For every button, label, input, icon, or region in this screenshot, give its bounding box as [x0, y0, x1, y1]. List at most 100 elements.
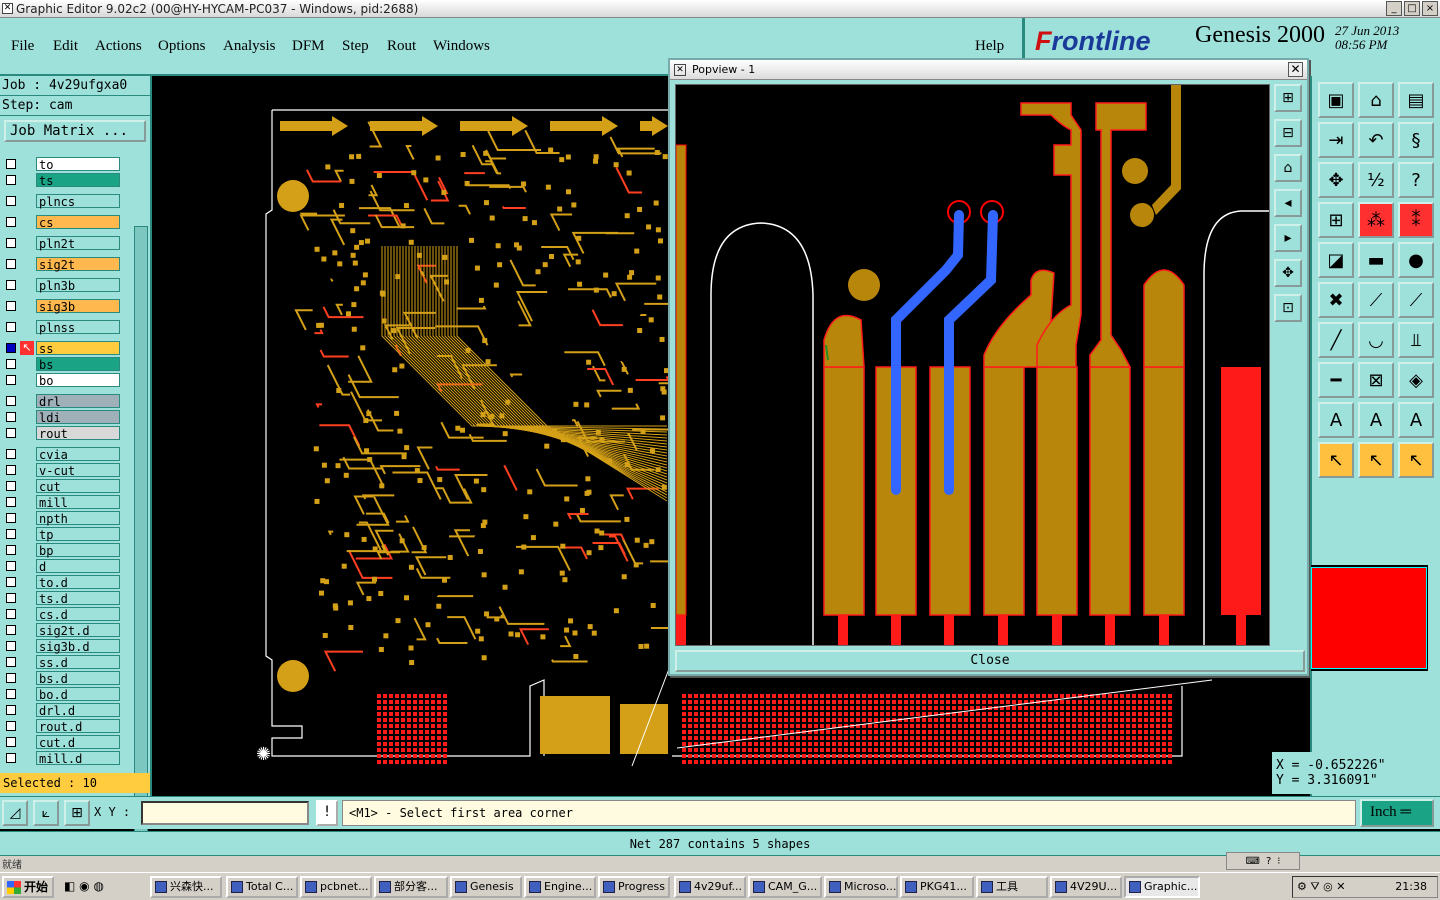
layer-name[interactable]: ts.d — [36, 591, 120, 606]
h-line-icon[interactable]: ━ — [1318, 362, 1354, 398]
pv-pan-icon[interactable]: ✥ — [1274, 259, 1302, 287]
layer-checkbox[interactable] — [6, 545, 16, 555]
menu-edit[interactable]: Edit — [53, 38, 78, 55]
tray-icons[interactable]: ⚙ ⛛ ◎ ✕ — [1297, 877, 1345, 897]
ime-more-icon[interactable]: ⁝ — [1277, 856, 1280, 867]
home-icon[interactable]: ⌂ — [1358, 82, 1394, 118]
layer-checkbox[interactable] — [6, 359, 16, 369]
layer-name[interactable]: plncs — [36, 194, 120, 209]
layer-checkbox[interactable] — [6, 322, 16, 332]
layer-checkbox[interactable] — [6, 465, 16, 475]
save-icon[interactable]: ▣ — [1318, 82, 1354, 118]
layer-name[interactable]: bs — [36, 357, 120, 372]
layer-checkbox[interactable] — [6, 301, 16, 311]
minimap[interactable] — [1311, 565, 1428, 671]
menu-actions[interactable]: Actions — [95, 38, 142, 55]
layer-name[interactable]: ts — [36, 173, 120, 188]
quicklaunch-icons[interactable]: ◧ ◉ ◍ — [64, 879, 104, 893]
layer-row-sig2t.d[interactable]: sig2t.d — [2, 622, 120, 638]
close-window-button[interactable]: × — [1422, 1, 1438, 16]
select-icon[interactable]: ↖ — [1318, 442, 1354, 478]
layer-name[interactable]: v-cut — [36, 463, 120, 478]
layer-row-bo.d[interactable]: bo.d — [2, 686, 120, 702]
menu-options[interactable]: Options — [158, 38, 206, 55]
layer-checkbox[interactable] — [6, 593, 16, 603]
layer-checkbox[interactable] — [6, 721, 16, 731]
zoom-in-icon[interactable]: ⇥ — [1318, 122, 1354, 158]
layer-row-plnss[interactable]: plnss — [2, 319, 120, 335]
menu-windows[interactable]: Windows — [433, 38, 490, 55]
snap-net-icon[interactable]: ⁑ — [1398, 202, 1434, 238]
layer-row-bp[interactable]: bp — [2, 542, 120, 558]
layer-row-to.d[interactable]: to.d — [2, 574, 120, 590]
layer-checkbox[interactable] — [6, 481, 16, 491]
layer-checkbox[interactable] — [6, 689, 16, 699]
layer-row-v-cut[interactable]: v-cut — [2, 462, 120, 478]
menu-help[interactable]: Help — [975, 38, 1004, 55]
dim-icon[interactable]: ⊠ — [1358, 362, 1394, 398]
job-matrix-button[interactable]: Job Matrix ... — [4, 120, 146, 142]
taskbar-item[interactable]: pcbnet... — [300, 876, 372, 898]
layer-row-ss[interactable]: ss ↖ — [2, 340, 120, 356]
snap-icon[interactable]: ⁂ — [1358, 202, 1394, 238]
layer-checkbox[interactable] — [6, 449, 16, 459]
layer-row-sig2t[interactable]: sig2t — [2, 256, 120, 272]
layer-row-ldi[interactable]: ldi — [2, 409, 120, 425]
text-a-icon[interactable]: A — [1318, 402, 1354, 438]
pan-icon[interactable]: ✥ — [1318, 162, 1354, 198]
taskbar-item[interactable]: Engine... — [524, 876, 596, 898]
layer-name[interactable]: bo — [36, 373, 120, 388]
minimize-button[interactable]: _ — [1386, 1, 1402, 16]
layer-checkbox[interactable] — [6, 159, 16, 169]
layer-name[interactable]: tp — [36, 527, 120, 542]
layer-row-bs[interactable]: bs — [2, 356, 120, 372]
layer-name[interactable]: ss.d — [36, 655, 120, 670]
layer-name[interactable]: rout — [36, 426, 120, 441]
layer-checkbox[interactable] — [6, 737, 16, 747]
layer-name[interactable]: drl — [36, 394, 120, 409]
layer-checkbox[interactable] — [6, 513, 16, 523]
layer-name[interactable]: to.d — [36, 575, 120, 590]
layer-name[interactable]: mill — [36, 495, 120, 510]
layer-name[interactable]: cut.d — [36, 735, 120, 750]
layer-checkbox[interactable] — [6, 175, 16, 185]
taskbar-item[interactable]: Graphic... — [1124, 876, 1200, 898]
layer-checkbox[interactable] — [6, 577, 16, 587]
menu-dfm[interactable]: DFM — [292, 38, 325, 55]
menu-analysis[interactable]: Analysis — [223, 38, 276, 55]
fanout-icon[interactable]: ⫫ — [1398, 322, 1434, 358]
prompt-info-icon[interactable]: ! — [316, 800, 338, 826]
layer-name[interactable]: plnss — [36, 320, 120, 335]
layer-row-cs.d[interactable]: cs.d — [2, 606, 120, 622]
pv-zoom-fwd-icon[interactable]: ▸ — [1274, 224, 1302, 252]
layer-row-bs.d[interactable]: bs.d — [2, 670, 120, 686]
redraw-icon[interactable]: § — [1398, 122, 1434, 158]
layer-row-cut.d[interactable]: cut.d — [2, 734, 120, 750]
pv-fit-icon[interactable]: ⊡ — [1274, 294, 1302, 322]
layer-row-ts[interactable]: ts — [2, 172, 120, 188]
scale-icon[interactable]: ½ — [1358, 162, 1394, 198]
layer-name[interactable]: cvia — [36, 447, 120, 462]
pv-zoom-out-icon[interactable]: ⊟ — [1274, 119, 1302, 147]
line-point2-icon[interactable]: ⟋ — [1398, 282, 1434, 318]
layer-name[interactable]: to — [36, 157, 120, 172]
select2-icon[interactable]: ↖ — [1358, 442, 1394, 478]
measure-icon[interactable]: ◪ — [1318, 242, 1354, 278]
arc-icon[interactable]: ◡ — [1358, 322, 1394, 358]
layer-checkbox[interactable] — [6, 673, 16, 683]
layer-checkbox[interactable] — [6, 657, 16, 667]
layer-row-tp[interactable]: tp — [2, 526, 120, 542]
layer-row-to[interactable]: to — [2, 156, 120, 172]
layer-checkbox[interactable] — [6, 259, 16, 269]
taskbar-item[interactable]: PKG41... — [900, 876, 974, 898]
start-button[interactable]: 开始 — [2, 876, 54, 898]
layer-checkbox[interactable] — [6, 753, 16, 763]
layer-checkbox[interactable] — [6, 196, 16, 206]
layer-checkbox[interactable] — [6, 412, 16, 422]
window-icon[interactable]: ▤ — [1398, 82, 1434, 118]
layer-row-sig3b[interactable]: sig3b — [2, 298, 120, 314]
layer-name[interactable]: pln3b — [36, 278, 120, 293]
ruler-icon[interactable]: ▬ — [1358, 242, 1394, 278]
layer-name[interactable]: pln2t — [36, 236, 120, 251]
layer-checkbox[interactable] — [6, 529, 16, 539]
